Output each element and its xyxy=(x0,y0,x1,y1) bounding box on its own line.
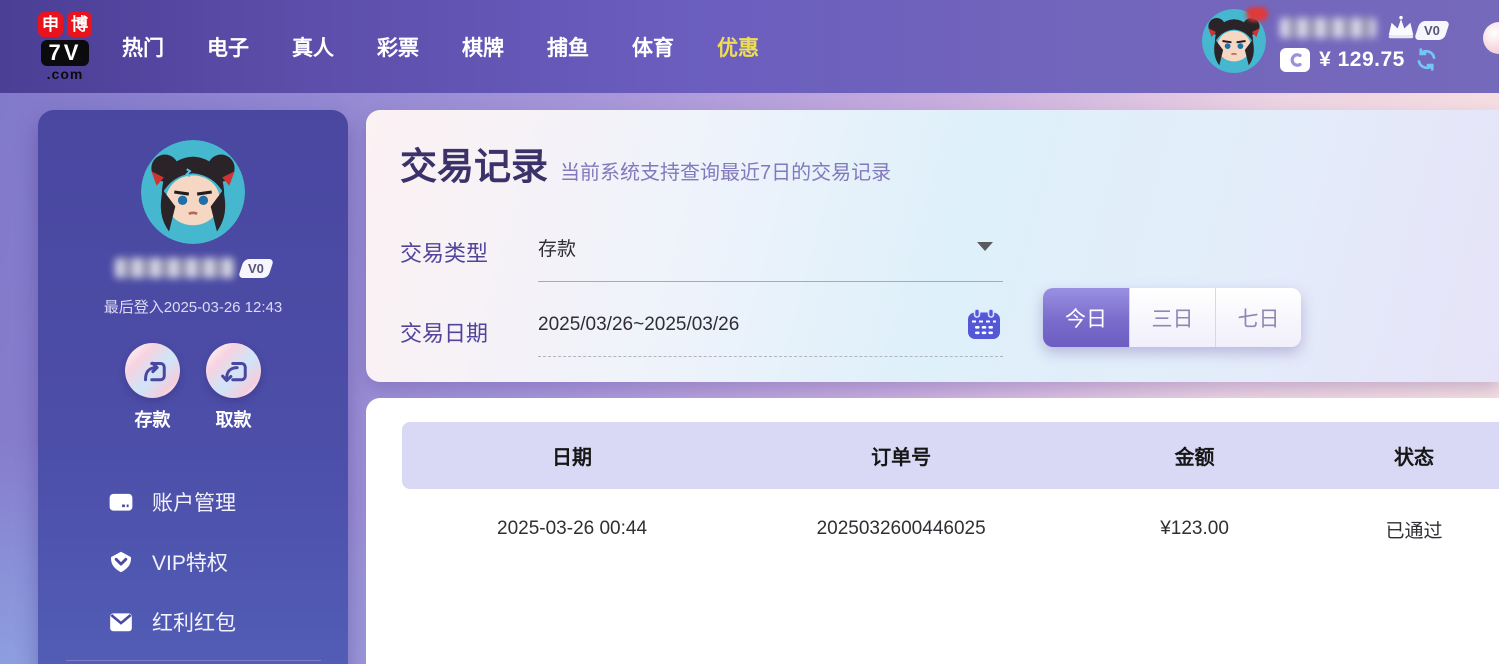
vip-badge[interactable]: V0 xyxy=(1385,15,1451,40)
top-navbar: 申 博 7V .com 热门 电子 真人 彩票 棋牌 捕鱼 体育 优惠 V0 ¥… xyxy=(0,0,1499,93)
user-info: V0 ¥ 129.75 xyxy=(1280,9,1451,72)
tab-today[interactable]: 今日 xyxy=(1043,288,1129,347)
sidebar-username-blurred xyxy=(115,258,236,278)
main-nav: 热门 电子 真人 彩票 棋牌 捕鱼 体育 优惠 xyxy=(122,32,759,62)
vip-level-text: V0 xyxy=(1424,23,1440,38)
site-logo[interactable]: 申 博 7V .com xyxy=(38,12,92,81)
crown-icon xyxy=(1385,15,1417,40)
column-header-status: 状态 xyxy=(1328,422,1499,489)
notification-badge xyxy=(1246,7,1269,21)
page-subtitle: 当前系统支持查询最近7日的交易记录 xyxy=(560,162,892,184)
date-range-tabs: 今日 三日 七日 xyxy=(1043,288,1301,347)
sidebar-item-label: 账户管理 xyxy=(152,492,236,515)
logo-badge-right: 博 xyxy=(67,12,92,37)
sidebar-item-label: 红利红包 xyxy=(152,612,236,635)
nav-item-promo[interactable]: 优惠 xyxy=(717,32,759,62)
chevron-down-icon xyxy=(977,242,993,251)
calendar-icon[interactable] xyxy=(967,308,1001,340)
balance-row: ¥ 129.75 xyxy=(1280,47,1447,72)
records-table: 日期 订单号 金额 状态 2025-03-26 00:44 2025032600… xyxy=(402,422,1499,569)
user-area: V0 ¥ 129.75 xyxy=(1202,7,1451,73)
sidebar-item-label: VIP特权 xyxy=(152,552,228,575)
sidebar-username-row: V0 xyxy=(115,258,275,278)
withdraw-label: 取款 xyxy=(215,410,252,430)
title-row: 交易记录 当前系统支持查询最近7日的交易记录 xyxy=(400,136,1499,190)
sidebar-item-bonus[interactable]: 红利红包 xyxy=(108,592,348,652)
username-blurred xyxy=(1280,17,1377,38)
table-row: 2025-03-26 00:44 2025032600446025 ¥123.0… xyxy=(402,489,1499,569)
page-title: 交易记录 xyxy=(400,146,548,187)
sidebar-vip-pill: V0 xyxy=(237,258,275,278)
page-background: V0 最后登入2025-03-26 12:43 存款 取款 账户管理 VIP特权… xyxy=(0,93,1499,664)
nav-item-live[interactable]: 真人 xyxy=(292,32,334,62)
logo-name: 7V xyxy=(40,40,90,66)
tab-three-days[interactable]: 三日 xyxy=(1129,288,1215,347)
logo-domain: .com xyxy=(46,66,84,82)
transaction-date-label: 交易日期 xyxy=(400,321,489,346)
cell-amount: ¥123.00 xyxy=(1160,518,1229,539)
transaction-type-label: 交易类型 xyxy=(400,241,489,266)
records-panel: 日期 订单号 金额 状态 2025-03-26 00:44 2025032600… xyxy=(366,398,1499,664)
table-header-row: 日期 订单号 金额 状态 xyxy=(402,422,1499,489)
topbar-avatar[interactable] xyxy=(1202,7,1269,73)
refresh-icon[interactable] xyxy=(1414,47,1439,72)
floating-widget[interactable] xyxy=(1483,22,1499,54)
logo-badge-left: 申 xyxy=(38,12,63,37)
transaction-date-value: 2025/03/26~2025/03/26 xyxy=(538,314,740,335)
cell-status: 已通过 xyxy=(1385,520,1443,542)
vip-level-pill: V0 xyxy=(1414,21,1451,40)
card-icon xyxy=(108,489,134,515)
transaction-type-select[interactable]: 存款 xyxy=(538,234,1003,282)
nav-item-cards[interactable]: 棋牌 xyxy=(462,32,504,62)
sidebar-menu: 账户管理 VIP特权 红利红包 xyxy=(38,472,348,652)
nav-item-slots[interactable]: 电子 xyxy=(207,32,249,62)
nav-item-sports[interactable]: 体育 xyxy=(632,32,674,62)
sidebar-item-account[interactable]: 账户管理 xyxy=(108,472,348,532)
nav-item-fishing[interactable]: 捕鱼 xyxy=(547,32,589,62)
tab-seven-days[interactable]: 七日 xyxy=(1215,288,1301,347)
shield-icon xyxy=(108,549,134,575)
transaction-date-input[interactable]: 2025/03/26~2025/03/26 xyxy=(538,308,1003,357)
nav-item-hot[interactable]: 热门 xyxy=(122,32,164,62)
sidebar: V0 最后登入2025-03-26 12:43 存款 取款 账户管理 VIP特权… xyxy=(38,110,348,664)
deposit-icon xyxy=(125,343,180,398)
column-header-amount: 金额 xyxy=(1060,422,1329,489)
last-login-text: 最后登入2025-03-26 12:43 xyxy=(103,299,283,316)
cell-date: 2025-03-26 00:44 xyxy=(497,518,648,539)
filter-form: 交易类型 存款 交易日期 2025/03/26~2025/03/26 xyxy=(400,234,1499,357)
withdraw-icon xyxy=(206,343,261,398)
sidebar-divider xyxy=(65,660,321,661)
column-header-order: 订单号 xyxy=(742,422,1061,489)
sidebar-avatar[interactable] xyxy=(141,140,245,244)
deposit-button[interactable]: 存款 xyxy=(125,343,180,432)
nav-item-lottery[interactable]: 彩票 xyxy=(377,32,419,62)
logo-badges: 申 博 xyxy=(38,12,92,37)
deposit-label: 存款 xyxy=(134,410,171,430)
transaction-type-value: 存款 xyxy=(538,239,577,260)
quick-actions: 存款 取款 xyxy=(125,343,261,432)
filter-panel: 交易记录 当前系统支持查询最近7日的交易记录 交易类型 存款 交易日期 2025… xyxy=(366,110,1499,382)
balance-amount: ¥ 129.75 xyxy=(1319,47,1405,71)
cell-order-number: 2025032600446025 xyxy=(816,518,986,539)
wallet-icon xyxy=(1280,47,1311,72)
column-header-date: 日期 xyxy=(402,422,743,489)
withdraw-button[interactable]: 取款 xyxy=(206,343,261,432)
sidebar-vip-text: V0 xyxy=(248,260,264,276)
avatar-cartoon xyxy=(141,140,245,244)
user-name-row: V0 xyxy=(1280,15,1451,40)
sidebar-item-vip[interactable]: VIP特权 xyxy=(108,532,348,592)
envelope-icon xyxy=(108,609,134,635)
